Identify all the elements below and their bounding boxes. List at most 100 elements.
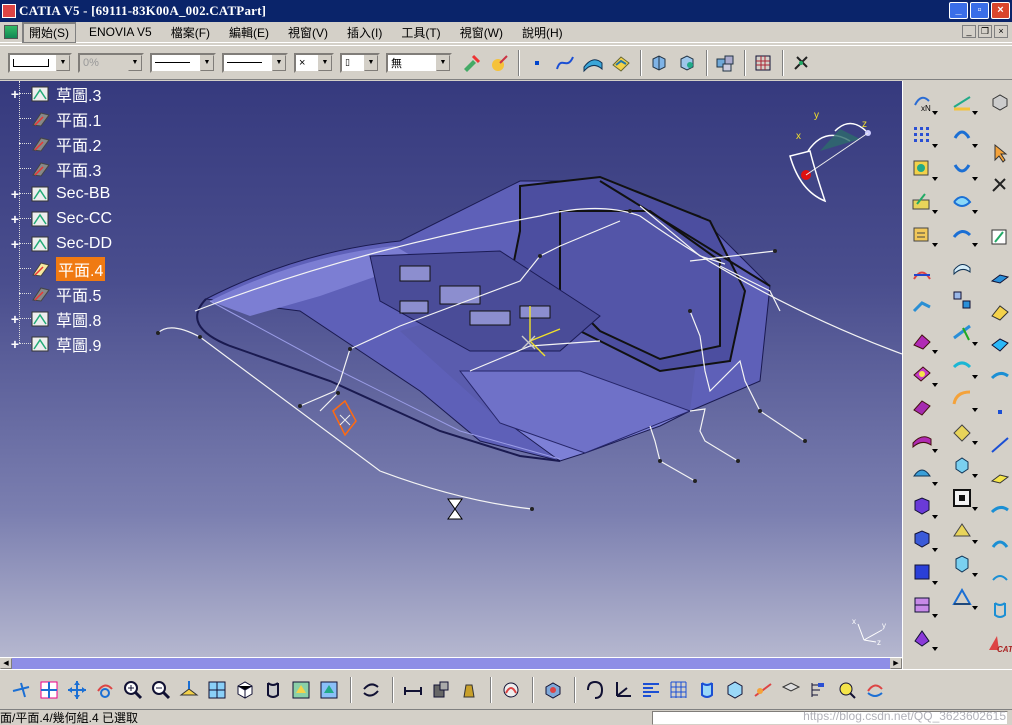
normal-view-icon[interactable] [176, 677, 201, 703]
analysis-icon[interactable] [949, 584, 978, 610]
point-grid-icon[interactable] [909, 122, 938, 148]
point-icon[interactable] [524, 50, 550, 76]
boolean-icon[interactable] [646, 50, 672, 76]
sync-icon[interactable] [862, 677, 887, 703]
tree-toggle-icon[interactable] [806, 677, 831, 703]
3d-viewport[interactable]: x y z x y z + 草圖.3 平面.1 平面.2 平面.3 + Sec-… [0, 81, 902, 657]
menu-enovia[interactable]: ENOVIA V5 [83, 24, 158, 40]
axis-system-icon[interactable] [610, 677, 635, 703]
trim-icon[interactable] [949, 320, 978, 346]
maximize-button[interactable]: ▫ [970, 2, 989, 19]
plane-offset-icon[interactable] [987, 465, 1012, 491]
scaling-icon[interactable] [949, 518, 978, 544]
shading-icon[interactable] [260, 677, 285, 703]
boolean-remove-icon[interactable] [674, 50, 700, 76]
tree-item-sketch-3[interactable]: + 草圖.3 [6, 81, 136, 106]
layer-combo[interactable]: 無 ▼ [386, 52, 452, 73]
menu-tools[interactable]: 工具(T) [395, 23, 446, 42]
extrude-icon[interactable] [909, 295, 935, 321]
sketch-tool-icon[interactable] [909, 188, 938, 214]
point-tool-icon[interactable] [987, 399, 1012, 425]
close-button[interactable]: × [991, 2, 1010, 19]
snap-point-icon[interactable] [788, 50, 814, 76]
parts-assembly-icon[interactable] [712, 50, 738, 76]
doc-minimize-button[interactable]: _ [962, 25, 976, 38]
catia-app-icon[interactable] [2, 4, 16, 18]
cylinder-icon[interactable] [987, 597, 1012, 623]
circle-tool-icon[interactable] [949, 122, 978, 148]
product-icon[interactable] [909, 625, 938, 651]
rotate-icon[interactable] [949, 452, 978, 478]
helix-tool-icon[interactable] [949, 188, 978, 214]
intersect-icon[interactable] [909, 262, 935, 288]
iso-view-icon[interactable] [232, 677, 257, 703]
menu-help[interactable]: 說明(H) [516, 23, 569, 42]
menu-start[interactable]: 開始(S) [22, 21, 76, 43]
offset-surface-icon[interactable] [608, 50, 634, 76]
selected-plane-4[interactable] [332, 399, 357, 437]
tree-item-sketch-8[interactable]: + 草圖.8 [6, 306, 136, 331]
doc-close-button[interactable]: × [994, 25, 1008, 38]
render-style-combo[interactable]: ▯ ▼ [340, 52, 380, 73]
tree-item-plane-4[interactable]: 平面.4 [6, 256, 136, 281]
fit-all-icon[interactable] [36, 677, 61, 703]
tree-item-sec-dd[interactable]: + Sec-DD [6, 231, 136, 256]
doc-restore-button[interactable]: ❐ [978, 25, 992, 38]
affinity-icon[interactable] [949, 551, 978, 577]
split-icon[interactable] [949, 287, 975, 313]
translate-icon[interactable] [949, 419, 978, 445]
compass-widget[interactable]: x y z [780, 101, 880, 211]
color-sphere-icon[interactable] [486, 50, 512, 76]
tree-item-plane-5[interactable]: 平面.5 [6, 281, 136, 306]
tree-item-plane-2[interactable]: 平面.2 [6, 131, 136, 156]
line-thickness-combo[interactable]: ▼ [150, 52, 216, 73]
line-type-combo[interactable]: ▼ [222, 52, 288, 73]
solid-combine-icon[interactable] [987, 300, 1012, 326]
insert-object-icon[interactable] [909, 155, 938, 181]
menu-view[interactable]: 視窗(V) [282, 23, 334, 42]
zoom-out-icon[interactable] [148, 677, 173, 703]
tree-item-sketch-9[interactable]: + 草圖.9 [6, 331, 136, 356]
scan-icon[interactable] [582, 677, 607, 703]
scroll-left-arrow[interactable]: ◀ [0, 658, 12, 669]
tree-item-sec-cc[interactable]: + Sec-CC [6, 206, 136, 231]
spline-tool-icon[interactable] [949, 221, 978, 247]
sweep-icon[interactable] [909, 427, 938, 453]
point-type-combo[interactable]: × ▼ [294, 52, 334, 73]
minimize-button[interactable]: _ [949, 2, 968, 19]
menu-file[interactable]: 檔案(F) [165, 23, 216, 42]
highlight-icon[interactable] [834, 677, 859, 703]
apply-material-icon[interactable] [540, 677, 565, 703]
sheet-icon[interactable] [778, 677, 803, 703]
blend-icon[interactable] [909, 460, 938, 486]
plane-tool-icon[interactable] [987, 267, 1012, 293]
grid-icon[interactable] [750, 50, 776, 76]
select-cursor-icon[interactable] [987, 140, 1012, 166]
document-icon[interactable] [4, 25, 18, 39]
line-tool-icon[interactable] [949, 89, 978, 115]
measure-inertia-icon[interactable] [428, 677, 453, 703]
sew-surface-icon[interactable] [909, 592, 938, 618]
line-axis-icon[interactable] [987, 432, 1012, 458]
measure-icon[interactable] [400, 677, 425, 703]
mass-icon[interactable] [456, 677, 481, 703]
tree-item-plane-1[interactable]: 平面.1 [6, 106, 136, 131]
cylinder-view-icon[interactable] [694, 677, 719, 703]
extract-icon[interactable] [949, 353, 978, 379]
extrude-surface-icon[interactable] [580, 50, 606, 76]
menu-insert[interactable]: 插入(I) [341, 23, 388, 42]
extrude-surface-tool-icon[interactable] [987, 498, 1012, 524]
scroll-right-arrow[interactable]: ▶ [890, 658, 902, 669]
fill-icon[interactable] [909, 361, 938, 387]
part-design-icon[interactable] [987, 89, 1012, 115]
spline-icon[interactable] [552, 50, 578, 76]
tree-item-plane-3[interactable]: 平面.3 [6, 156, 136, 181]
curve-analysis-icon[interactable] [498, 677, 523, 703]
offset-icon[interactable] [909, 394, 935, 420]
sketch-edit-icon[interactable] [987, 224, 1012, 250]
symmetry-icon[interactable] [949, 485, 978, 511]
surface-icon[interactable] [909, 328, 938, 354]
transparency-combo[interactable]: 0% ▼ [78, 52, 144, 73]
conic-tool-icon[interactable] [949, 155, 978, 181]
cube-view-icon[interactable] [722, 677, 747, 703]
